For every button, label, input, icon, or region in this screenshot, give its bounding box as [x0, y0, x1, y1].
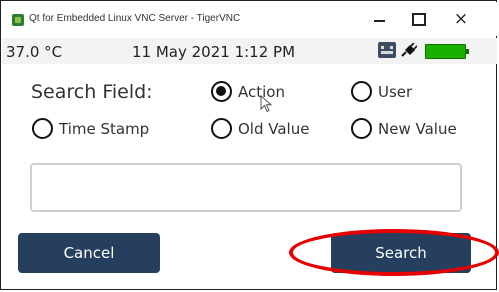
app-icon: [12, 14, 24, 26]
radio-label: New Value: [378, 119, 457, 138]
search-input[interactable]: [30, 163, 462, 212]
plug-icon: [401, 43, 417, 57]
radio-label: Time Stamp: [59, 119, 150, 138]
maximize-icon: [412, 12, 426, 26]
search-field-label: Search Field:: [31, 81, 153, 103]
window-title: Qt for Embedded Linux VNC Server - Tiger…: [29, 13, 241, 24]
radio-label: Old Value: [238, 119, 310, 138]
status-bar: 37.0 °C 11 May 2021 1:12 PM: [2, 38, 497, 64]
temperature-readout: 37.0 °C: [6, 43, 63, 61]
mouse-cursor-icon: [260, 95, 273, 113]
keyboard-icon[interactable]: [378, 42, 396, 58]
radio-button[interactable]: [351, 118, 372, 139]
maximize-button[interactable]: [405, 8, 433, 30]
radio-label: User: [378, 82, 413, 101]
radio-button-checked[interactable]: [211, 81, 232, 102]
radio-button[interactable]: [351, 81, 372, 102]
radio-button[interactable]: [211, 118, 232, 139]
minimize-icon: [373, 20, 385, 22]
cancel-button[interactable]: Cancel: [18, 233, 160, 273]
radio-option-user[interactable]: User: [351, 81, 412, 102]
close-button[interactable]: ×: [447, 8, 475, 30]
search-button[interactable]: Search: [331, 233, 471, 273]
radio-option-time-stamp[interactable]: Time Stamp: [32, 118, 149, 139]
radio-option-new-value[interactable]: New Value: [351, 118, 457, 139]
date-time: 11 May 2021 1:12 PM: [132, 43, 296, 61]
close-icon: ×: [453, 9, 469, 29]
battery-icon: [425, 44, 469, 59]
vnc-window: Qt for Embedded Linux VNC Server - Tiger…: [0, 0, 499, 290]
title-bar: Qt for Embedded Linux VNC Server - Tiger…: [2, 2, 497, 36]
radio-button[interactable]: [32, 118, 53, 139]
radio-option-old-value[interactable]: Old Value: [211, 118, 309, 139]
minimize-button[interactable]: [365, 8, 393, 30]
